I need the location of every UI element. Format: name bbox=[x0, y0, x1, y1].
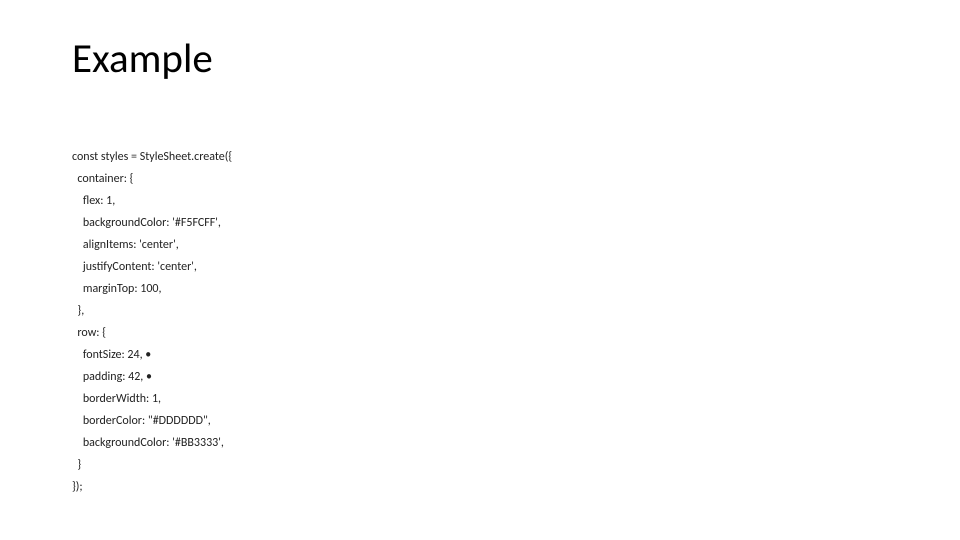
slide: Example const styles = StyleSheet.create… bbox=[0, 0, 960, 540]
code-line: fontSize: 24, • bbox=[72, 348, 151, 362]
code-line: } bbox=[72, 458, 81, 472]
code-line: }); bbox=[72, 480, 83, 494]
code-line: flex: 1, bbox=[72, 194, 115, 208]
code-line: }, bbox=[72, 304, 84, 318]
code-line: backgroundColor: '#F5FCFF', bbox=[72, 216, 221, 230]
code-line: backgroundColor: '#BB3333', bbox=[72, 436, 224, 450]
code-line: marginTop: 100, bbox=[72, 282, 162, 296]
code-line: alignItems: 'center', bbox=[72, 238, 179, 252]
code-line: borderWidth: 1, bbox=[72, 392, 161, 406]
code-line: row: { bbox=[72, 326, 106, 340]
code-line: borderColor: "#DDDDDD", bbox=[72, 414, 211, 428]
code-line: padding: 42, • bbox=[72, 370, 152, 384]
code-line: container: { bbox=[72, 172, 133, 186]
code-block: const styles = StyleSheet.create({ conta… bbox=[72, 124, 232, 498]
slide-title: Example bbox=[72, 34, 213, 84]
code-line: justifyContent: 'center', bbox=[72, 260, 197, 274]
code-line: const styles = StyleSheet.create({ bbox=[72, 150, 232, 164]
